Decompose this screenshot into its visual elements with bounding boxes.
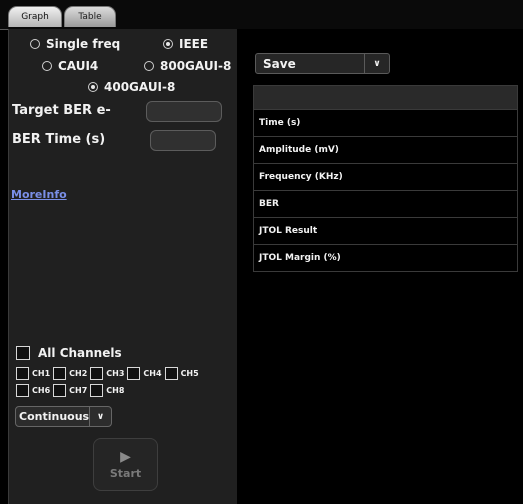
channel-checkbox-ch2[interactable]: CH2: [53, 367, 87, 380]
radio-ieee[interactable]: IEEE: [163, 37, 208, 51]
table-row: Frequency (KHz): [253, 164, 518, 191]
channel-checkbox-ch4[interactable]: CH4: [127, 367, 162, 380]
radio-circle-icon: [144, 61, 154, 71]
all-channels-checkbox[interactable]: All Channels: [16, 346, 122, 360]
start-label: Start: [109, 466, 142, 480]
channel-label: CH5: [180, 369, 199, 378]
channel-checkbox-ch8[interactable]: CH8: [90, 384, 124, 397]
target-ber-label: Target BER e-: [12, 103, 111, 118]
channel-row-1: CH1 CH2 CH3 CH4 CH5: [16, 367, 202, 380]
radio-label: IEEE: [179, 37, 209, 51]
channel-label: CH4: [143, 369, 162, 378]
ber-time-label: BER Time (s): [12, 132, 106, 147]
radio-label: 400GAUI-8: [104, 80, 176, 94]
radio-label: CAUI4: [58, 59, 99, 73]
channel-label: CH6: [32, 386, 51, 395]
save-select[interactable]: Save ∨: [255, 53, 390, 74]
results-table: Time (s) Amplitude (mV) Frequency (KHz) …: [253, 85, 518, 272]
radio-800gaui8[interactable]: 800GAUI-8: [144, 59, 231, 73]
channel-label: CH7: [69, 386, 88, 395]
table-row: Amplitude (mV): [253, 137, 518, 164]
tab-bar: Graph Table: [0, 0, 523, 30]
checkbox-icon: [53, 384, 67, 397]
channel-label: CH2: [69, 369, 88, 378]
channel-label: CH1: [32, 369, 51, 378]
channel-row-2: CH6 CH7 CH8: [16, 384, 127, 397]
run-mode-value: Continuous: [19, 410, 90, 423]
channel-checkbox-ch6[interactable]: CH6: [16, 384, 50, 397]
chevron-down-icon[interactable]: ∨: [364, 54, 389, 73]
run-mode-select[interactable]: Continuous ∨: [15, 406, 112, 427]
checkbox-icon: [164, 367, 178, 380]
radio-circle-icon: [42, 61, 52, 71]
channel-label: CH8: [106, 386, 125, 395]
all-channels-label: All Channels: [38, 346, 122, 360]
checkbox-icon: [90, 367, 104, 380]
table-header: [253, 85, 518, 110]
save-value: Save: [263, 56, 296, 71]
channel-checkbox-ch1[interactable]: CH1: [16, 367, 50, 380]
radio-selected-icon: [88, 82, 98, 92]
table-row: JTOL Margin (%): [253, 245, 518, 272]
channel-checkbox-ch3[interactable]: CH3: [90, 367, 124, 380]
checkbox-icon: [90, 384, 104, 397]
radio-label: 800GAUI-8: [160, 59, 232, 73]
play-icon: ▶: [120, 448, 131, 465]
radio-single-freq[interactable]: Single freq: [30, 37, 120, 51]
chevron-down-icon[interactable]: ∨: [89, 407, 111, 426]
radio-circle-icon: [30, 39, 40, 49]
tab-graph[interactable]: Graph: [8, 6, 62, 27]
tab-table[interactable]: Table: [64, 6, 116, 27]
radio-label: Single freq: [46, 37, 121, 51]
radio-400gaui8[interactable]: 400GAUI-8: [88, 80, 175, 94]
table-row: BER: [253, 191, 518, 218]
checkbox-icon: [16, 367, 29, 380]
channel-checkbox-ch5[interactable]: CH5: [164, 367, 199, 380]
radio-caui4[interactable]: CAUI4: [42, 59, 98, 73]
table-row: Time (s): [253, 110, 518, 137]
channel-label: CH3: [106, 369, 125, 378]
radio-selected-icon: [163, 39, 173, 49]
table-row: JTOL Result: [253, 218, 518, 245]
target-ber-input[interactable]: [146, 101, 222, 122]
checkbox-icon: [53, 367, 67, 380]
channel-checkbox-ch7[interactable]: CH7: [53, 384, 87, 397]
ber-time-input[interactable]: [150, 130, 216, 151]
checkbox-icon: [16, 384, 29, 397]
checkbox-icon: [127, 367, 141, 380]
checkbox-icon: [16, 346, 30, 360]
more-info-link[interactable]: MoreInfo: [11, 188, 67, 201]
start-button[interactable]: ▶ Start: [93, 438, 158, 491]
